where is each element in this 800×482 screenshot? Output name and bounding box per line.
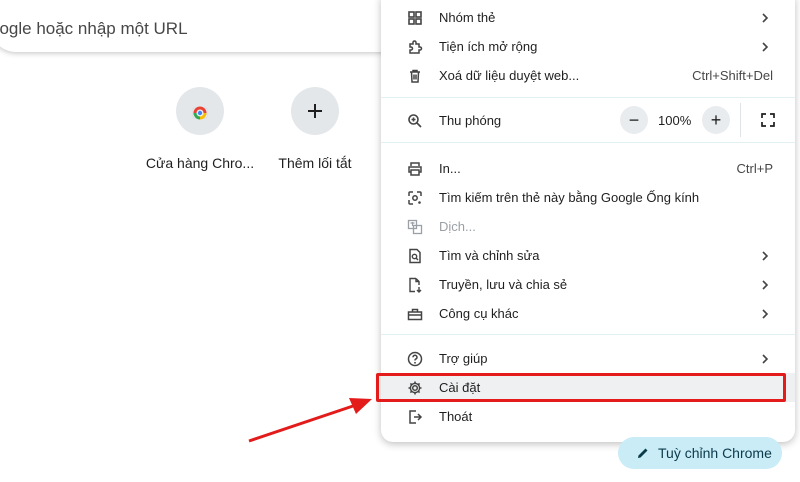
chevron-right-icon [762,42,769,52]
menu-item-google-lens[interactable]: Tìm kiếm trên thẻ này bằng Google Ống kí… [381,183,795,212]
search-box[interactable]: oogle hoặc nhập một URL [0,0,412,52]
pencil-icon [638,448,648,458]
menu-item-extensions[interactable]: Tiện ích mở rộng [381,32,795,61]
menu-item-translate: Dịch... [381,212,795,241]
shortcut-add[interactable]: Thêm lối tắt [260,87,370,171]
menu-item-shortcut: Ctrl+P [736,161,773,176]
toolbox-icon [407,308,423,321]
tab-groups-icon [408,11,422,25]
exit-icon [409,410,423,424]
find-edit-icon [409,248,421,264]
zoom-in-button[interactable]: + [702,106,730,134]
shortcut-chrome-web-store[interactable]: Cửa hàng Chro... [145,87,255,171]
menu-item-label: Dịch... [439,219,476,234]
cast-save-share-icon [409,277,422,293]
annotation-arrow-shaft [248,403,357,443]
fullscreen-button[interactable] [753,106,783,134]
annotation-arrow-head [349,398,372,414]
chevron-right-icon [762,251,769,261]
trash-icon [410,69,420,83]
menu-item-find-edit[interactable]: Tìm và chỉnh sửa [381,241,795,270]
chevron-right-icon [762,354,769,364]
chevron-right-icon [762,309,769,319]
extensions-icon [409,40,423,54]
shortcut-tile [176,87,224,135]
menu-item-more-tools[interactable]: Công cụ khác [381,299,795,328]
chevron-right-icon [762,280,769,290]
menu-item-exit[interactable]: Thoát [381,402,795,431]
plus-icon [308,104,322,118]
chrome-web-store-icon [192,106,208,120]
menu-item-label: Nhóm thẻ [439,10,496,25]
customize-chrome-button[interactable]: Tuỳ chỉnh Chrome [618,437,782,469]
search-placeholder: oogle hoặc nhập một URL [0,19,188,38]
google-lens-icon [408,191,422,205]
shortcut-label: Thêm lối tắt [278,155,352,171]
menu-item-label: Truyền, lưu và chia sẻ [439,277,568,292]
menu-item-zoom: Thu phóng [381,106,795,135]
menu-item-clear-browsing-data[interactable]: Xoá dữ liệu duyệt web... Ctrl+Shift+Del [381,61,795,90]
menu-item-label: Tìm kiếm trên thẻ này bằng Google Ống kí… [439,190,700,205]
menu-item-label: Thoát [439,409,473,424]
chevron-right-icon [762,13,769,23]
zoom-out-button[interactable]: − [620,106,648,134]
menu-item-cast-save-share[interactable]: Truyền, lưu và chia sẻ [381,270,795,299]
menu-item-help[interactable]: Trợ giúp [381,344,795,373]
shortcut-label: Cửa hàng Chro... [145,155,255,171]
zoom-icon [408,114,422,128]
zoom-level: 100% [658,113,692,128]
customize-chrome-label: Tuỳ chỉnh Chrome [658,445,772,461]
menu-item-label: Công cụ khác [439,306,519,321]
menu-item-tab-groups[interactable]: Nhóm thẻ [381,3,795,32]
help-icon [407,351,423,367]
menu-item-label: Xoá dữ liệu duyệt web... [439,68,580,83]
menu-item-shortcut: Ctrl+Shift+Del [692,68,773,83]
shortcut-tile [291,87,339,135]
fullscreen-icon [761,113,775,127]
menu-item-label: Trợ giúp [439,351,488,366]
menu-item-label: Tiện ích mở rộng [439,39,538,54]
menu-separator [381,97,795,98]
print-icon [408,162,422,176]
menu-item-label: Thu phóng [439,113,502,128]
zoom-divider [740,103,741,137]
settings-highlight-box [376,373,786,402]
menu-item-print[interactable]: In... Ctrl+P [381,154,795,183]
menu-separator [381,142,795,143]
zoom-in-label: + [710,109,722,130]
menu-item-label: In... [439,161,461,176]
menu-separator [381,334,795,335]
menu-item-label: Tìm và chỉnh sửa [439,248,540,263]
translate-icon [407,219,423,235]
zoom-out-label: − [628,109,640,130]
